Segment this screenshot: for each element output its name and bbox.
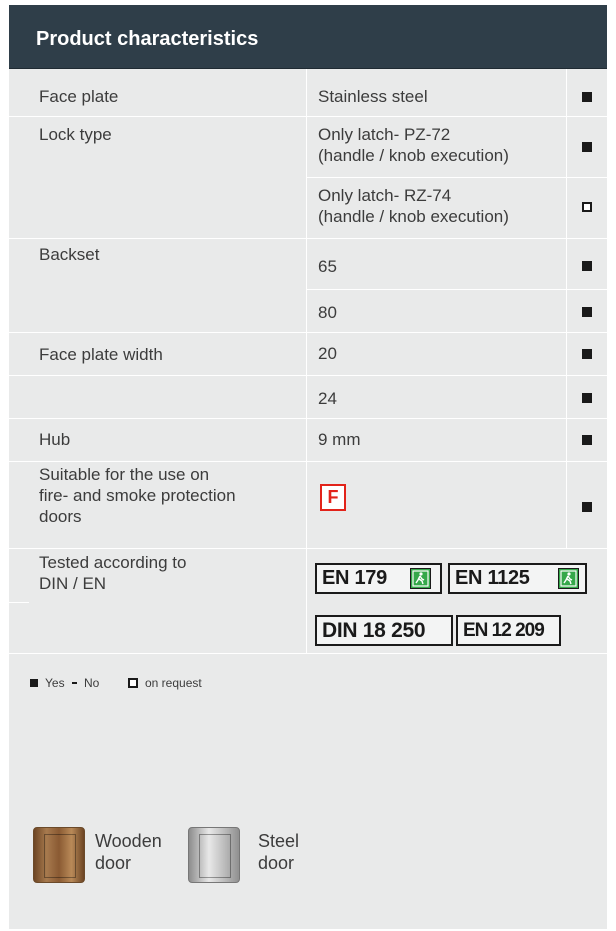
legend-no-label: No [84,676,100,690]
value-line: (handle / knob execution) [318,146,509,165]
legend-on-request-mark [128,678,138,688]
product-characteristics-panel: Product characteristics Face plate Stain… [9,5,607,929]
certificate-label: EN 1125 [455,567,530,589]
wooden-door-label: Wooden door [95,830,162,874]
emergency-exit-icon [410,568,431,589]
legend-yes-mark [30,679,38,687]
row-value-width-24: 24 [318,389,337,408]
row-divider [9,418,607,419]
certificate-label: EN 12 209 [463,620,545,641]
label-line: Suitable for the use on [39,465,210,484]
label-line: door [258,853,295,873]
row-divider [306,177,607,178]
row-value-hub: 9 mm [318,430,361,449]
label-line: Tested according to [39,553,187,572]
row-label-face-plate-width: Face plate width [39,345,163,364]
certificate-din18250-badge: DIN 18 250 [315,615,453,646]
label-line: fire- and smoke protection [39,486,236,505]
column-divider-1 [306,69,307,654]
row-divider [9,375,607,376]
value-line: (handle / knob execution) [318,207,509,226]
yes-mark [582,393,592,403]
panel-title: Product characteristics [36,28,259,50]
wooden-door-icon [33,827,85,883]
row-value-backset-65: 65 [318,257,337,276]
value-line: Only latch- RZ-74 [318,186,452,205]
row-label-face-plate: Face plate [39,87,119,106]
label-line: door [95,853,132,873]
value-line: Only latch- PZ-72 [318,125,451,144]
yes-mark [582,349,592,359]
row-value-face-plate: Stainless steel [318,87,428,106]
steel-door-label: Steel door [258,830,299,874]
row-label-hub: Hub [39,430,71,449]
yes-mark [582,261,592,271]
yes-mark [582,435,592,445]
row-divider [9,602,29,603]
label-line: DIN / EN [39,574,107,593]
column-divider-2 [566,69,567,549]
row-label-tested: Tested according to DIN / EN [39,552,186,594]
row-label-fire-protection: Suitable for the use on fire- and smoke … [39,464,236,527]
legend-on-request-label: on request [145,676,202,690]
label-line: Wooden [95,831,162,851]
row-divider [9,461,607,462]
panel-header: Product characteristics [9,5,607,69]
label-line: doors [39,507,82,526]
yes-mark [582,142,592,152]
row-value-width-20: 20 [318,344,337,363]
row-value-backset-80: 80 [318,303,337,322]
yes-mark [582,307,592,317]
row-divider [306,289,607,290]
label-line: Steel [258,831,300,851]
on-request-mark [582,202,592,212]
row-divider [9,116,607,117]
legend-yes-label: Yes [45,676,65,690]
yes-mark [582,92,592,102]
row-value-lock-type-rz74: Only latch- RZ-74 (handle / knob executi… [318,185,509,227]
row-label-lock-type: Lock type [39,125,112,144]
legend-no-mark [72,682,77,684]
steel-door-icon [188,827,240,883]
emergency-exit-icon [558,568,579,589]
door-panel [44,834,76,878]
row-label-backset: Backset [39,245,100,264]
certificate-label: DIN 18 250 [322,619,426,642]
certificate-en12209-badge: EN 12 209 [456,615,561,646]
door-panel [199,834,231,878]
row-divider [9,238,607,239]
row-divider [9,653,607,654]
row-divider [9,548,607,549]
row-value-lock-type-pz72: Only latch- PZ-72 (handle / knob executi… [318,124,509,166]
row-divider [9,332,607,333]
fire-protection-badge: F [320,484,346,511]
certificate-label: EN 179 [322,567,387,589]
yes-mark [582,502,592,512]
